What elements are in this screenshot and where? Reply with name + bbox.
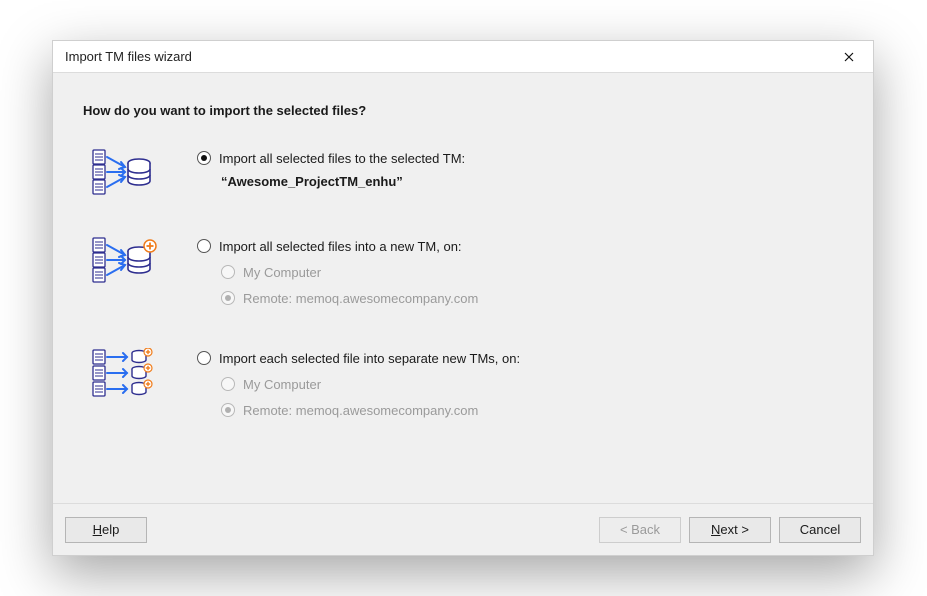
cancel-button[interactable]: Cancel	[779, 517, 861, 543]
radio-label: Import all selected files to the selecte…	[219, 151, 465, 166]
radio-import-selected-tm[interactable]: Import all selected files to the selecte…	[197, 148, 843, 168]
radio-icon	[197, 151, 211, 165]
radio-import-new-tm[interactable]: Import all selected files into a new TM,…	[197, 236, 843, 256]
option-import-separate-tms: Import each selected file into separate …	[87, 348, 843, 420]
close-button[interactable]	[835, 46, 863, 68]
remote-prefix: Remote:	[243, 291, 292, 306]
dialog-content: How do you want to import the selected f…	[53, 73, 873, 503]
next-button[interactable]: Next >	[689, 517, 771, 543]
dialog-window: Import TM files wizard How do you want t…	[52, 40, 874, 556]
files-to-new-db-icon	[91, 236, 157, 284]
close-icon	[844, 52, 854, 62]
icon-import-separate-tms	[87, 348, 197, 400]
remote-host: memoq.awesomecompany.com	[296, 403, 479, 418]
radio-separate-remote[interactable]: Remote: memoq.awesomecompany.com	[221, 400, 843, 420]
icon-import-new-tm	[87, 236, 197, 284]
title-bar: Import TM files wizard	[53, 41, 873, 73]
files-to-many-dbs-icon	[91, 348, 157, 400]
radio-label-remote: Remote: memoq.awesomecompany.com	[243, 403, 478, 418]
radio-import-separate-tms[interactable]: Import each selected file into separate …	[197, 348, 843, 368]
prompt-heading: How do you want to import the selected f…	[83, 103, 843, 118]
radio-icon	[221, 291, 235, 305]
radio-label: Import all selected files into a new TM,…	[219, 239, 462, 254]
radio-label: My Computer	[243, 377, 321, 392]
radio-new-tm-remote[interactable]: Remote: memoq.awesomecompany.com	[221, 288, 843, 308]
radio-separate-local[interactable]: My Computer	[221, 374, 843, 394]
files-to-db-icon	[91, 148, 153, 196]
radio-icon	[197, 239, 211, 253]
selected-tm-name: “Awesome_ProjectTM_enhu”	[197, 174, 843, 189]
icon-import-to-tm	[87, 148, 197, 196]
radio-icon	[221, 377, 235, 391]
option-import-selected-tm: Import all selected files to the selecte…	[87, 148, 843, 196]
back-button: < Back	[599, 517, 681, 543]
window-title: Import TM files wizard	[65, 49, 192, 64]
dialog-footer: Help < Back Next > Cancel	[53, 503, 873, 555]
radio-label-remote: Remote: memoq.awesomecompany.com	[243, 291, 478, 306]
option-import-new-tm: Import all selected files into a new TM,…	[87, 236, 843, 308]
remote-prefix: Remote:	[243, 403, 292, 418]
remote-host: memoq.awesomecompany.com	[296, 291, 479, 306]
radio-icon	[197, 351, 211, 365]
radio-label: My Computer	[243, 265, 321, 280]
radio-icon	[221, 265, 235, 279]
radio-icon	[221, 403, 235, 417]
radio-label: Import each selected file into separate …	[219, 351, 520, 366]
help-button[interactable]: Help	[65, 517, 147, 543]
radio-new-tm-local[interactable]: My Computer	[221, 262, 843, 282]
